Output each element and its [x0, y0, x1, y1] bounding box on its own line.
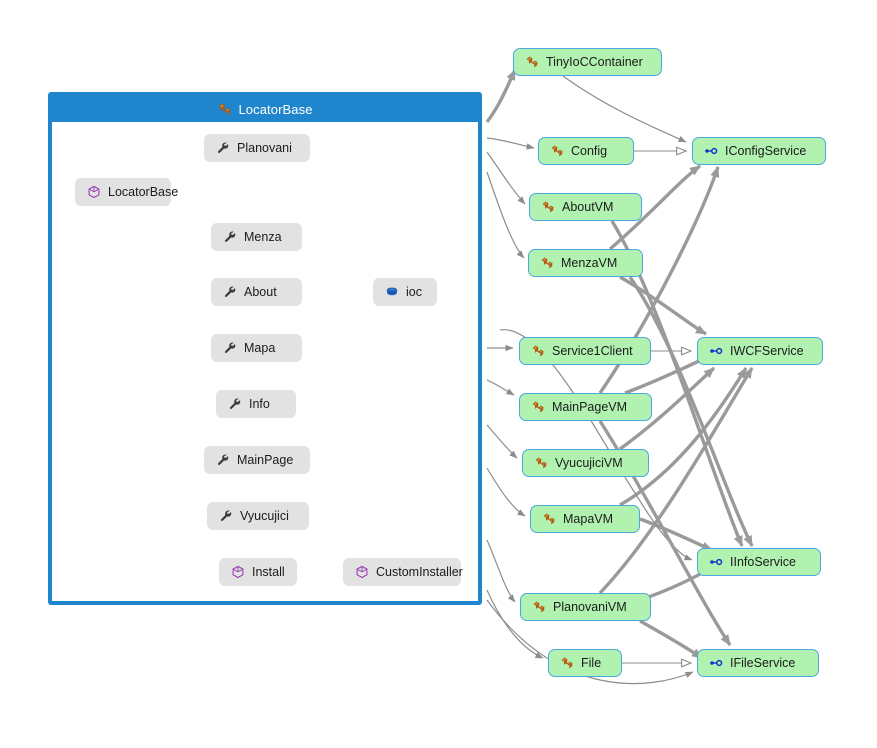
class-icon [532, 600, 546, 614]
node-iWCFService[interactable]: IWCFService [697, 337, 823, 365]
interface-icon [709, 555, 723, 569]
wrench-icon [223, 285, 237, 299]
edge-tinyIoC-to-iConfigService [562, 75, 687, 143]
class-icon [531, 344, 545, 358]
group-title-label: LocatorBase [238, 101, 313, 117]
node-label: MainPage [237, 452, 294, 467]
node-label: PlanovaniVM [553, 599, 627, 614]
node-label: Config [571, 143, 608, 158]
node-menza[interactable]: Menza [211, 223, 302, 251]
node-iFileService[interactable]: IFileService [697, 649, 819, 677]
node-file[interactable]: File [548, 649, 622, 677]
node-label: CustomInstaller [376, 564, 463, 579]
node-planovani[interactable]: Planovani [204, 134, 310, 162]
node-label: MainPageVM [552, 399, 628, 414]
interface-icon [709, 344, 723, 358]
node-label: IInfoService [730, 554, 797, 569]
node-label: Vyucujici [240, 508, 289, 523]
node-label: File [581, 655, 602, 670]
node-mainPageVM[interactable]: MainPageVM [519, 393, 652, 421]
node-label: IFileService [730, 655, 796, 670]
node-aboutVM[interactable]: AboutVM [529, 193, 642, 221]
class-icon [541, 200, 555, 214]
edge-group-to-mainPageVM [486, 379, 515, 396]
method-icon [87, 185, 101, 199]
node-label: MapaVM [563, 511, 614, 526]
node-ioc[interactable]: ioc [373, 278, 437, 306]
class-icon [534, 456, 548, 470]
node-mainPage[interactable]: MainPage [204, 446, 310, 474]
group-title-bar: LocatorBase [52, 96, 478, 122]
edge-mapaVM-to-iInfoService [639, 517, 713, 552]
node-mapaVM[interactable]: MapaVM [530, 505, 640, 533]
node-label: Mapa [244, 340, 276, 355]
edge-menzaVM-to-iWCFService [619, 275, 707, 336]
node-label: IWCFService [730, 343, 804, 358]
edge-planovaniVM-to-iFileService [639, 619, 703, 660]
node-info[interactable]: Info [216, 390, 296, 418]
wrench-icon [223, 341, 237, 355]
edge-group-to-menzaVM [486, 171, 525, 259]
node-config[interactable]: Config [538, 137, 634, 165]
node-label: ioc [406, 284, 422, 299]
class-icon [217, 102, 232, 117]
method-icon [355, 565, 369, 579]
node-service1Client[interactable]: Service1Client [519, 337, 651, 365]
class-icon [550, 144, 564, 158]
node-customInstaller[interactable]: CustomInstaller [343, 558, 463, 586]
method-icon [231, 565, 245, 579]
node-label: About [244, 284, 277, 299]
wrench-icon [216, 141, 230, 155]
edge-group-to-aboutVM [486, 151, 526, 205]
node-iInfoService[interactable]: IInfoService [697, 548, 821, 576]
interface-icon [704, 144, 718, 158]
node-iConfigService[interactable]: IConfigService [692, 137, 826, 165]
node-tinyIoC[interactable]: TinyIoCContainer [513, 48, 662, 76]
wrench-icon [216, 453, 230, 467]
edge-group-to-tinyIoC [485, 69, 517, 124]
node-label: LocatorBase [108, 184, 179, 199]
wrench-icon [219, 509, 233, 523]
node-install[interactable]: Install [219, 558, 297, 586]
node-label: AboutVM [562, 199, 614, 214]
field-icon [385, 285, 399, 299]
class-icon [560, 656, 574, 670]
class-icon [540, 256, 554, 270]
node-label: MenzaVM [561, 255, 618, 270]
node-menzaVM[interactable]: MenzaVM [528, 249, 643, 277]
node-label: Planovani [237, 140, 292, 155]
edge-group-to-mapaVM [486, 467, 526, 517]
node-label: Service1Client [552, 343, 633, 358]
code-map-canvas: LocatorBase LocatorBase Planovani Menza Abo… [0, 0, 877, 748]
interface-icon [709, 656, 723, 670]
class-icon [525, 55, 539, 69]
node-locatorBaseMethod[interactable]: LocatorBase [75, 178, 178, 206]
node-label: IConfigService [725, 143, 807, 158]
edge-group-to-vyucujiciVM [486, 424, 518, 459]
wrench-icon [228, 397, 242, 411]
edge-group-to-config [486, 137, 535, 150]
edge-group-to-planovaniVM [486, 539, 516, 603]
node-label: Install [252, 564, 285, 579]
class-icon [531, 400, 545, 414]
node-vyucujiciVM[interactable]: VyucujiciVM [522, 449, 649, 477]
node-mapa[interactable]: Mapa [211, 334, 302, 362]
node-label: Menza [244, 229, 282, 244]
node-label: TinyIoCContainer [546, 54, 643, 69]
node-about[interactable]: About [211, 278, 302, 306]
wrench-icon [223, 230, 237, 244]
node-label: VyucujiciVM [555, 455, 623, 470]
node-vyucujici[interactable]: Vyucujici [207, 502, 309, 530]
class-icon [542, 512, 556, 526]
node-planovaniVM[interactable]: PlanovaniVM [520, 593, 651, 621]
edge-mapaVM-to-iWCFService [619, 367, 748, 507]
node-label: Info [249, 396, 270, 411]
